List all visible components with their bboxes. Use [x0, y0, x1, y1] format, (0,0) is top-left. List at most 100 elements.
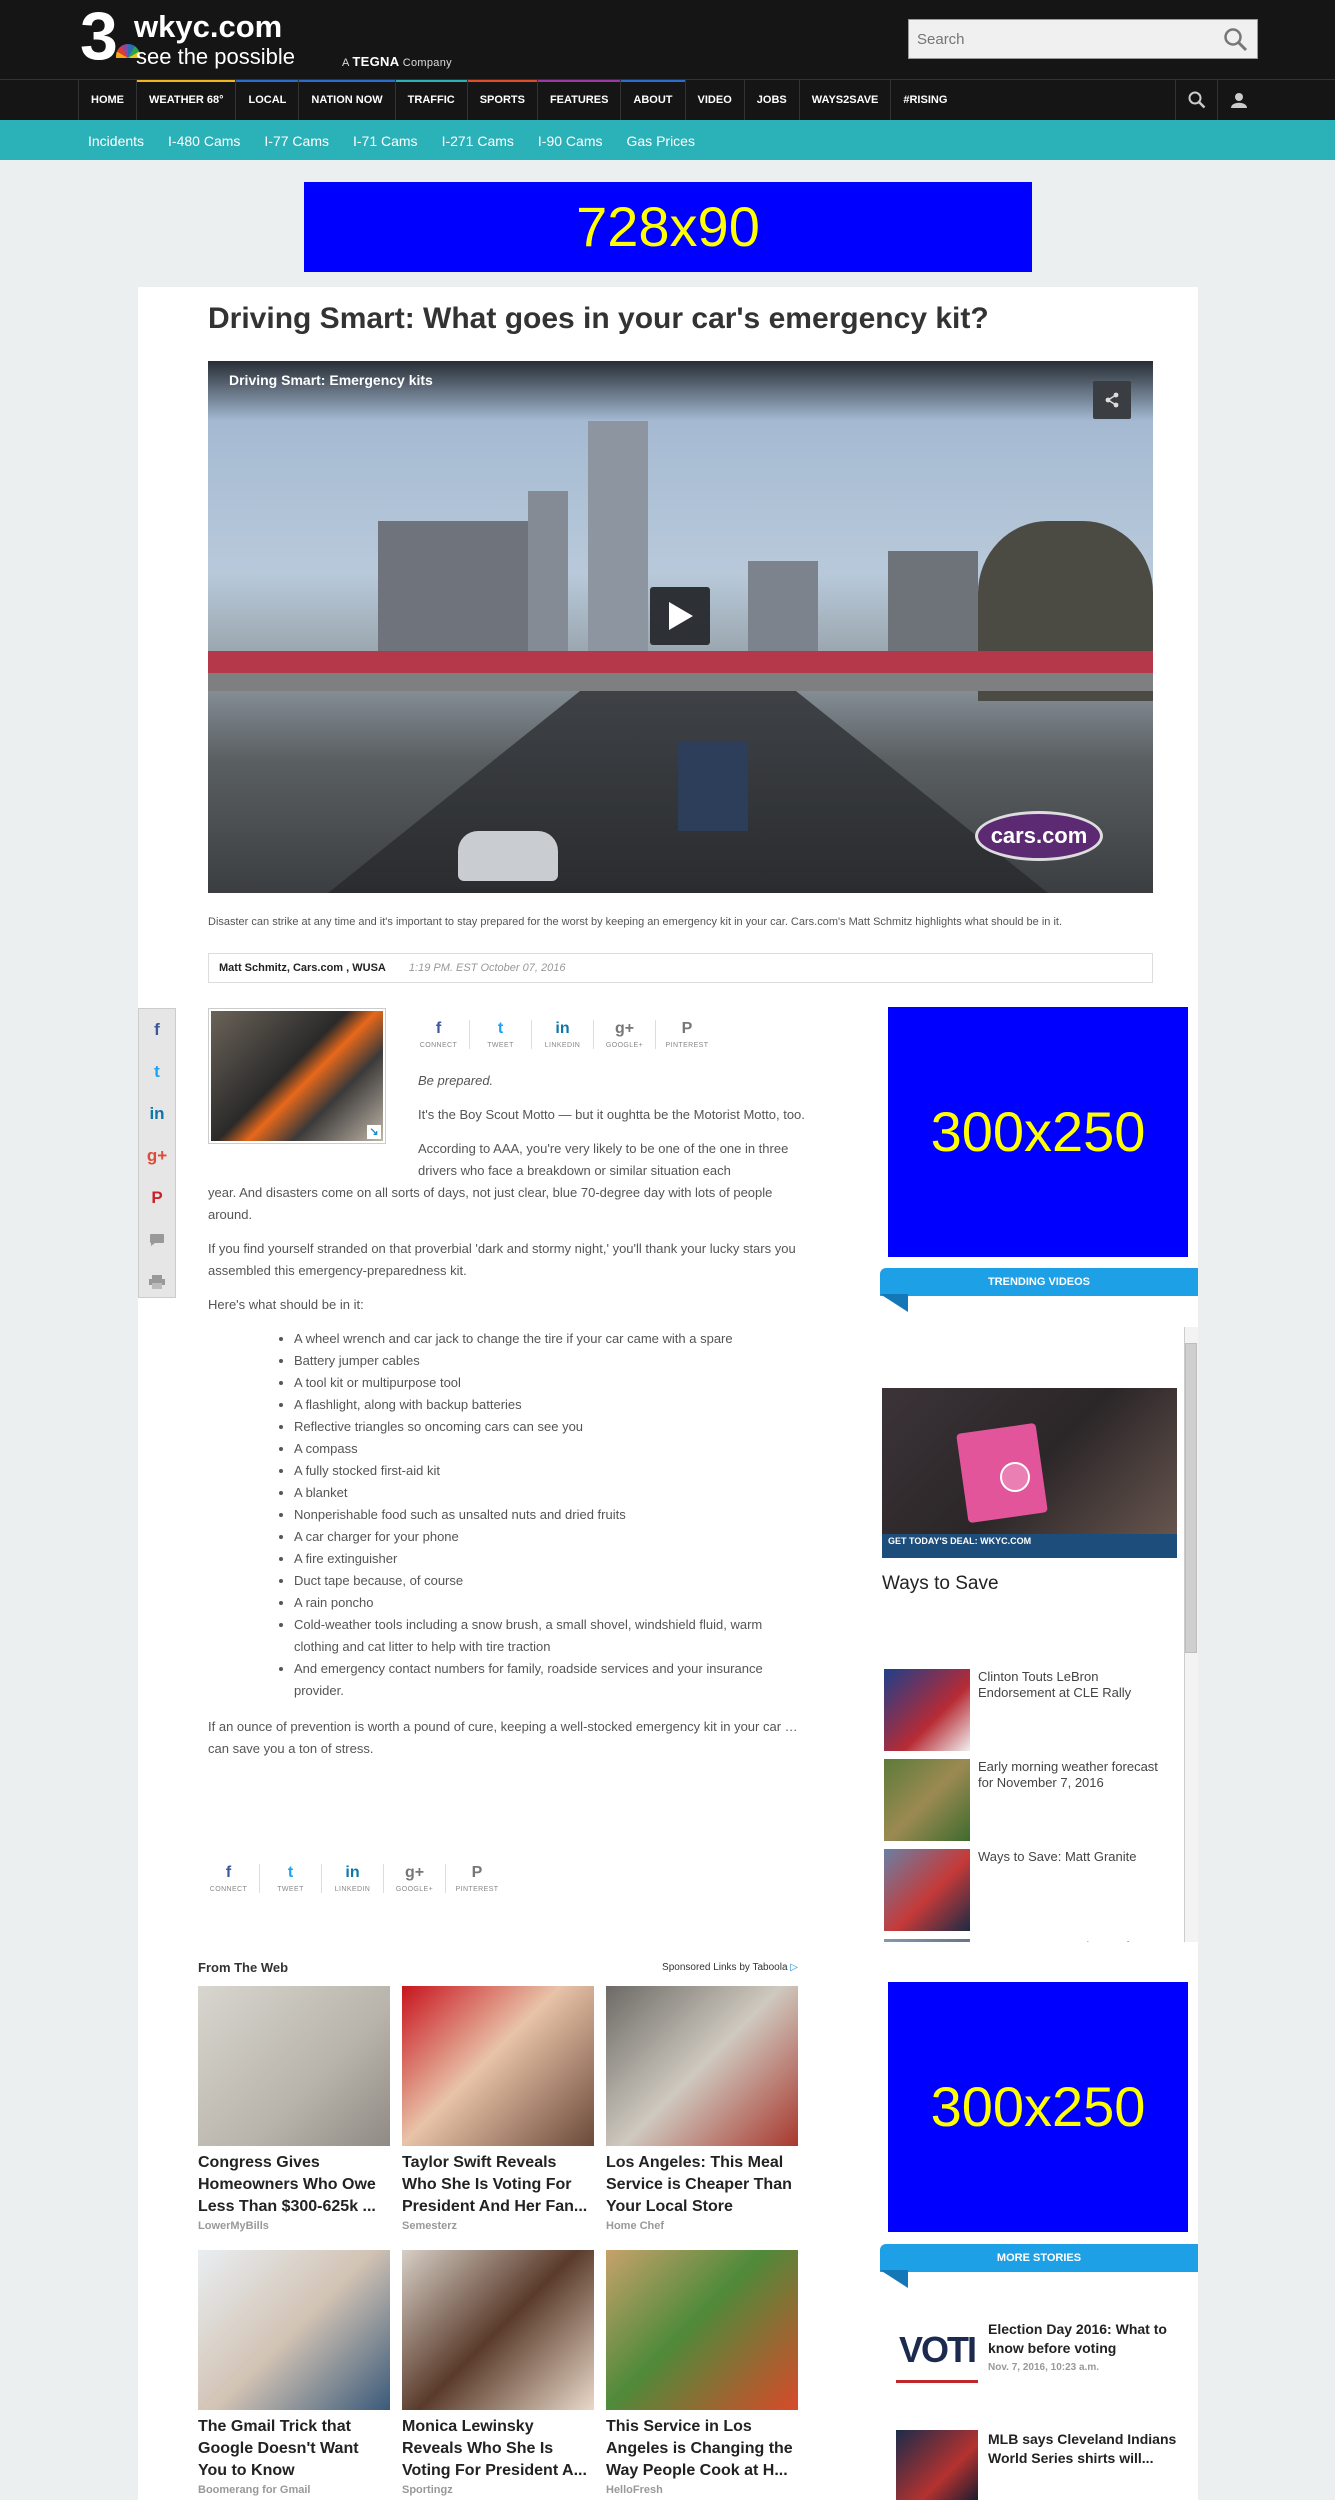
- share-button[interactable]: P PINTEREST: [446, 1864, 508, 1893]
- rail-ad-top[interactable]: 300x250: [888, 1007, 1188, 1257]
- share-button[interactable]: f CONNECT: [408, 1020, 470, 1049]
- taboola-card[interactable]: Los Angeles: This Meal Service is Cheape…: [606, 1986, 798, 2232]
- nav-item[interactable]: JOBS: [743, 80, 799, 120]
- nav-item-label: VIDEO: [697, 94, 732, 106]
- trending-item[interactable]: More parents speak out after: [884, 1939, 1174, 1942]
- share-button[interactable]: t TWEET: [470, 1020, 532, 1049]
- google-plus-icon[interactable]: g+: [139, 1135, 175, 1177]
- video-bridge: [208, 651, 1153, 673]
- nav-item-label: HOME: [91, 94, 124, 106]
- trending-feature-video[interactable]: GET TODAY'S DEAL: WKYC.COM: [882, 1388, 1177, 1558]
- taboola-card[interactable]: This Service in Los Angeles is Changing …: [606, 2250, 798, 2496]
- video-share-button[interactable]: [1093, 381, 1131, 419]
- nav-item[interactable]: SPORTS: [466, 80, 537, 120]
- comment-icon[interactable]: [139, 1219, 175, 1261]
- share-button[interactable]: P PINTEREST: [656, 1020, 718, 1049]
- share-button[interactable]: t TWEET: [260, 1864, 322, 1893]
- share-button[interactable]: g+ GOOGLE+: [594, 1020, 656, 1049]
- share-button-label: TWEET: [487, 1042, 514, 1049]
- play-button[interactable]: [650, 587, 710, 645]
- subnav-link[interactable]: I-271 Cams: [442, 120, 514, 162]
- nav-item[interactable]: TRAFFIC: [394, 80, 467, 120]
- article-paragraph: Here's what should be in it:: [208, 1297, 364, 1312]
- taboola-card[interactable]: The Gmail Trick that Google Doesn't Want…: [198, 2250, 390, 2496]
- trending-item-thumbnail: [884, 1849, 970, 1931]
- traffic-subnav: Incidents I-480 Cams I-77 Cams I-71 Cams I-2…: [0, 120, 1335, 160]
- print-icon[interactable]: [139, 1261, 175, 1303]
- more-story-image: VOTI: [896, 2320, 978, 2396]
- share-button[interactable]: g+ GOOGLE+: [384, 1864, 446, 1893]
- subnav-link[interactable]: I-480 Cams: [168, 120, 240, 162]
- trending-item[interactable]: Clinton Touts LeBron Endorsement at CLE …: [884, 1669, 1174, 1751]
- more-story-title: Election Day 2016: What to know before v…: [988, 2321, 1167, 2356]
- subnav-link[interactable]: I-71 Cams: [353, 120, 418, 162]
- subnav-link[interactable]: Gas Prices: [627, 120, 695, 162]
- nav-item[interactable]: WAYS2SAVE: [798, 80, 891, 120]
- video-title-overlay: [208, 361, 1153, 421]
- site-logo[interactable]: 3 wkyc.com see the possible A TEGNA Comp…: [80, 2, 500, 72]
- rail-ad-bottom[interactable]: 300x250: [888, 1982, 1188, 2232]
- leaderboard-ad[interactable]: 728x90: [304, 182, 1032, 272]
- article-paragraph: If you find yourself stranded on that pr…: [208, 1241, 796, 1278]
- search-box: [908, 19, 1258, 59]
- nav-item-accent: [685, 80, 744, 82]
- share-icon: [1105, 392, 1119, 408]
- taboola-card[interactable]: Congress Gives Homeowners Who Owe Less T…: [198, 1986, 390, 2232]
- linkedin-icon[interactable]: in: [139, 1093, 175, 1135]
- nav-item-accent: [799, 80, 891, 82]
- pinterest-icon[interactable]: P: [139, 1177, 175, 1219]
- nav-user-button[interactable]: [1217, 80, 1259, 120]
- subnav-link[interactable]: Incidents: [88, 120, 144, 162]
- article-paragraph: According to AAA, you're very likely to …: [208, 1141, 789, 1222]
- share-button-label: LINKEDIN: [334, 1886, 371, 1893]
- subnav-link[interactable]: I-90 Cams: [538, 120, 603, 162]
- trending-videos-widget: GET TODAY'S DEAL: WKYC.COM Ways to Save …: [880, 1327, 1198, 1942]
- video-title: Driving Smart: Emergency kits: [229, 372, 433, 388]
- nav-item[interactable]: WEATHER 68°: [136, 80, 236, 120]
- trending-feature-title[interactable]: Ways to Save: [882, 1573, 999, 1595]
- kit-list: A wheel wrench and car jack to change th…: [294, 1328, 808, 1702]
- nav-item[interactable]: VIDEO: [684, 80, 744, 120]
- twitter-icon[interactable]: t: [139, 1051, 175, 1093]
- subnav-link[interactable]: I-77 Cams: [264, 120, 329, 162]
- trending-item-title: Clinton Touts LeBron Endorsement at CLE …: [978, 1669, 1132, 1700]
- nav-item-label: NATION NOW: [311, 94, 383, 106]
- facebook-icon[interactable]: f: [139, 1009, 175, 1051]
- video-player[interactable]: Driving Smart: Emergency kits cars.com: [208, 361, 1153, 893]
- share-button-label: PINTEREST: [665, 1042, 709, 1049]
- kit-list-item: And emergency contact numbers for family…: [294, 1658, 808, 1702]
- main-nav: HOME WEATHER 68° LOCAL NATION NOW TRAFFIC SPO…: [0, 79, 1335, 120]
- nav-item[interactable]: ABOUT: [620, 80, 685, 120]
- trending-item[interactable]: Early morning weather forecast for Novem…: [884, 1759, 1174, 1841]
- nav-search-button[interactable]: [1175, 80, 1217, 120]
- trending-item-title: Ways to Save: Matt Granite: [978, 1849, 1137, 1864]
- nav-item[interactable]: LOCAL: [235, 80, 299, 120]
- byline-author[interactable]: Matt Schmitz, Cars.com , WUSA: [219, 962, 386, 974]
- nav-item[interactable]: HOME: [78, 80, 136, 120]
- nav-item[interactable]: NATION NOW: [298, 80, 395, 120]
- more-story-item[interactable]: MLB says Cleveland Indians World Series …: [896, 2430, 1196, 2500]
- share-button[interactable]: in LINKEDIN: [532, 1020, 594, 1049]
- nav-item-accent: [744, 80, 799, 82]
- trending-item[interactable]: Ways to Save: Matt Granite: [884, 1849, 1174, 1931]
- taboola-sponsor[interactable]: Sponsored Links by Taboola ▷: [662, 1962, 798, 1973]
- nav-item[interactable]: #RISING: [890, 80, 960, 120]
- logo-domain: wkyc.com: [134, 9, 283, 44]
- google-plus-icon: g+: [404, 1864, 425, 1881]
- share-button[interactable]: in LINKEDIN: [322, 1864, 384, 1893]
- share-button[interactable]: f CONNECT: [198, 1864, 260, 1893]
- search-icon[interactable]: [1223, 27, 1249, 53]
- share-button-label: GOOGLE+: [605, 1042, 644, 1049]
- taboola-card-image: [198, 1986, 390, 2146]
- taboola-card-image: [402, 2250, 594, 2410]
- scrollbar-thumb[interactable]: [1185, 1343, 1197, 1653]
- taboola-card[interactable]: Taylor Swift Reveals Who She Is Voting F…: [402, 1986, 594, 2232]
- taboola-icon: ▷: [790, 1962, 798, 1973]
- play-icon[interactable]: [1000, 1462, 1030, 1492]
- trending-scrollbar[interactable]: [1184, 1327, 1198, 1942]
- nav-item[interactable]: FEATURES: [536, 80, 621, 120]
- search-input[interactable]: [909, 20, 1209, 58]
- taboola-card[interactable]: Monica Lewinsky Reveals Who She Is Votin…: [402, 2250, 594, 2496]
- more-story-item[interactable]: VOTI Election Day 2016: What to know befo…: [896, 2320, 1196, 2410]
- nav-item-label: LOCAL: [248, 94, 287, 106]
